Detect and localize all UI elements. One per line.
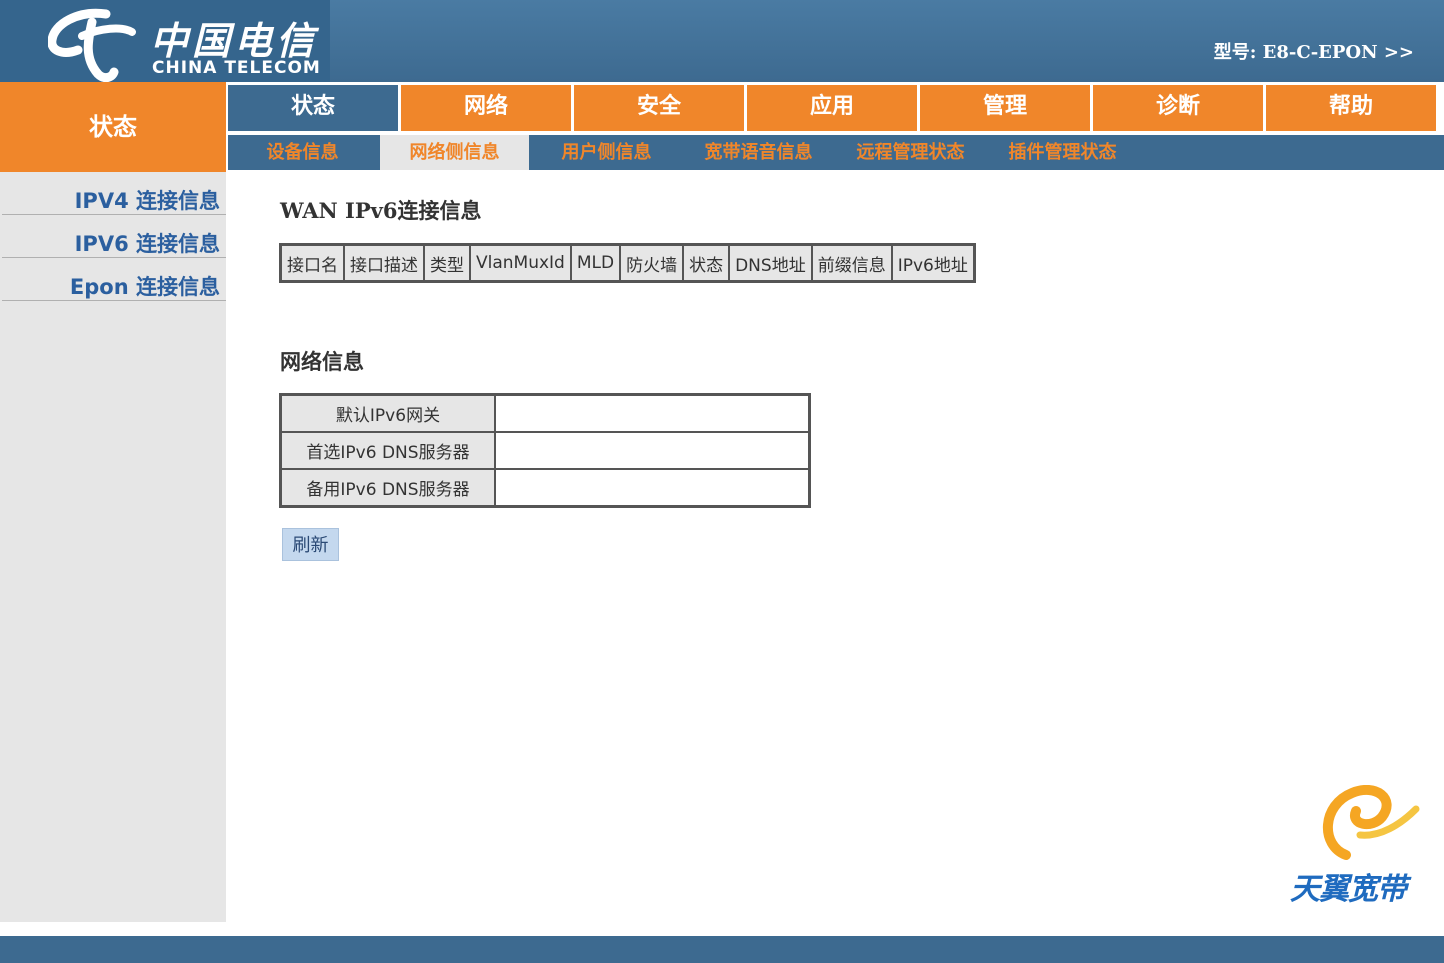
nav-tab-management[interactable]: 管理 <box>920 85 1090 131</box>
col-mld: MLD <box>570 245 621 281</box>
footer-gap <box>0 922 1444 936</box>
sidebar-item-ipv6[interactable]: IPV6 连接信息 <box>2 215 226 258</box>
nav-tab-network[interactable]: 网络 <box>401 85 571 131</box>
wan-ipv6-heading: WAN IPv6连接信息 <box>280 198 482 223</box>
footer-bar <box>0 936 1444 963</box>
default-gateway-value <box>495 395 809 432</box>
secondary-dns-label: 备用IPv6 DNS服务器 <box>281 469 495 506</box>
secondary-dns-value <box>495 469 809 506</box>
network-info-heading: 网络信息 <box>280 350 364 374</box>
tianyi-swirl-icon <box>1316 784 1420 865</box>
col-firewall: 防火墙 <box>620 245 684 281</box>
sub-nav: 设备信息 网络侧信息 用户侧信息 宽带语音信息 远程管理状态 插件管理状态 <box>228 135 1444 170</box>
sub-tab-plugin-mgmt-status[interactable]: 插件管理状态 <box>988 135 1137 170</box>
table-row: 默认IPv6网关 <box>281 395 809 432</box>
col-vlanmuxid: VlanMuxId <box>470 245 571 281</box>
sidebar-item-ipv4[interactable]: IPV4 连接信息 <box>2 172 226 215</box>
header-bar: 中国电信 CHINA TELECOM 型号: E8-C-EPON >> <box>0 0 1444 82</box>
sub-tab-user-side-info[interactable]: 用户侧信息 <box>532 135 681 170</box>
col-type: 类型 <box>424 245 470 281</box>
table-row: 备用IPv6 DNS服务器 <box>281 469 809 506</box>
model-label: 型号: E8-C-EPON >> <box>1213 42 1414 63</box>
nav-tab-help[interactable]: 帮助 <box>1266 85 1436 131</box>
sub-tab-voip-info[interactable]: 宽带语音信息 <box>684 135 833 170</box>
nav-tab-application[interactable]: 应用 <box>747 85 917 131</box>
col-prefix-info: 前缀信息 <box>811 245 892 281</box>
sidebar-item-epon[interactable]: Epon 连接信息 <box>2 258 226 301</box>
nav-tab-security[interactable]: 安全 <box>574 85 744 131</box>
sub-tab-device-info[interactable]: 设备信息 <box>228 135 377 170</box>
nav-tab-diagnosis[interactable]: 诊断 <box>1093 85 1263 131</box>
table-row: 首选IPv6 DNS服务器 <box>281 432 809 469</box>
col-interface-name: 接口名 <box>281 245 344 281</box>
col-dns-address: DNS地址 <box>729 245 812 281</box>
refresh-button[interactable]: 刷新 <box>282 528 339 561</box>
col-ipv6-address: IPv6地址 <box>891 245 974 281</box>
main-nav: 状态 网络 安全 应用 管理 诊断 帮助 <box>228 85 1444 131</box>
logo-english-text: CHINA TELECOM <box>152 58 321 78</box>
wan-ipv6-table: 接口名 接口描述 类型 VlanMuxId MLD 防火墙 状态 DNS地址 前… <box>279 243 976 283</box>
section-title: 状态 <box>0 82 226 172</box>
network-info-table: 默认IPv6网关 首选IPv6 DNS服务器 备用IPv6 DNS服务器 <box>279 393 811 508</box>
sidebar: IPV4 连接信息 IPV6 连接信息 Epon 连接信息 <box>0 172 226 922</box>
table-header-row: 接口名 接口描述 类型 VlanMuxId MLD 防火墙 状态 DNS地址 前… <box>281 245 974 281</box>
col-interface-desc: 接口描述 <box>344 245 424 281</box>
nav-tab-status[interactable]: 状态 <box>228 85 398 131</box>
telecom-logo-icon <box>48 8 136 82</box>
default-gateway-label: 默认IPv6网关 <box>281 395 495 432</box>
china-telecom-logo: 中国电信 CHINA TELECOM <box>0 0 330 82</box>
sub-tab-remote-mgmt-status[interactable]: 远程管理状态 <box>836 135 985 170</box>
tianyi-brand-text: 天翼宽带 <box>1290 872 1407 907</box>
primary-dns-label: 首选IPv6 DNS服务器 <box>281 432 495 469</box>
col-status: 状态 <box>683 245 730 281</box>
logo-chinese-text: 中国电信 <box>150 18 319 63</box>
sub-tab-network-side-info[interactable]: 网络侧信息 <box>380 135 529 170</box>
primary-dns-value <box>495 432 809 469</box>
